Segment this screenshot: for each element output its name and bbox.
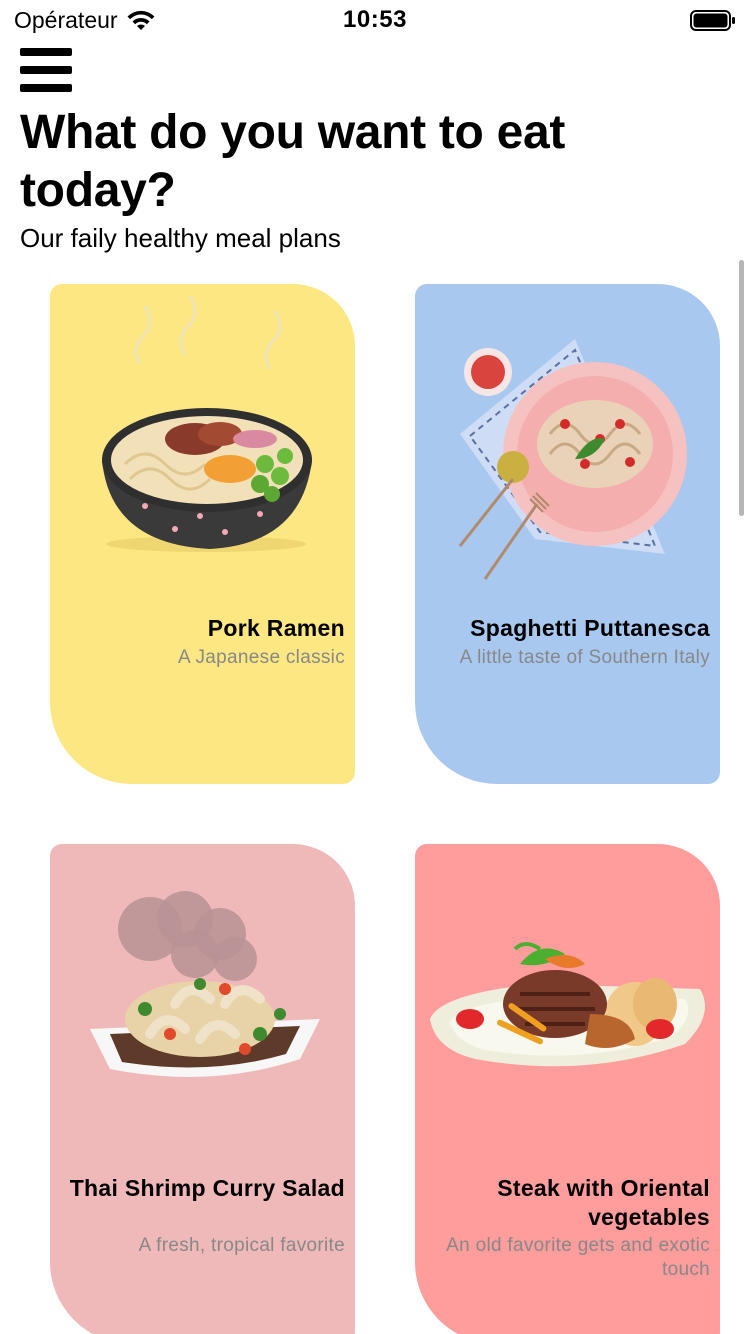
meal-description: A little taste of Southern Italy: [459, 647, 710, 668]
hamburger-line: [20, 66, 72, 74]
meal-card-thai-shrimp-curry-salad[interactable]: Thai Shrimp Curry Salad A fresh, tropica…: [50, 844, 355, 1334]
scroll-indicator[interactable]: [739, 260, 744, 516]
spaghetti-plate-icon: [458, 339, 687, 580]
meal-card-steak-oriental-vegetables[interactable]: Steak with Oriental vegetables An old fa…: [415, 844, 720, 1334]
meal-name: Steak with Oriental vegetables: [497, 1175, 710, 1230]
meal-description: A fresh, tropical favorite: [138, 1235, 345, 1256]
shrimp-curry-icon: [90, 891, 320, 1077]
menu-button[interactable]: [20, 48, 72, 92]
page-subtitle: Our faily healthy meal plans: [20, 223, 341, 253]
meal-name: Pork Ramen: [207, 615, 345, 641]
meal-card-pork-ramen[interactable]: Pork Ramen A Japanese classic: [50, 284, 355, 784]
meal-card-spaghetti-puttanesca[interactable]: Spaghetti Puttanesca A little taste of S…: [415, 284, 720, 784]
page-title: What do you want to eat today?: [20, 106, 566, 217]
clock: 10:53: [343, 6, 407, 33]
hamburger-menu-icon: [20, 48, 72, 56]
meal-description: An old favorite gets and exotic touch: [446, 1235, 710, 1280]
hamburger-line: [20, 84, 72, 92]
meal-description: A Japanese classic: [178, 647, 345, 668]
meal-name: Thai Shrimp Curry Salad: [69, 1175, 345, 1201]
battery-icon: [690, 10, 735, 31]
steak-plate-icon: [430, 942, 705, 1067]
status-bar: Opérateur 10:53: [0, 0, 750, 42]
screen: Opérateur 10:53 What do you want to eat …: [0, 0, 750, 1334]
meal-name: Spaghetti Puttanesca: [470, 615, 710, 641]
ramen-bowl-icon: [102, 295, 312, 552]
